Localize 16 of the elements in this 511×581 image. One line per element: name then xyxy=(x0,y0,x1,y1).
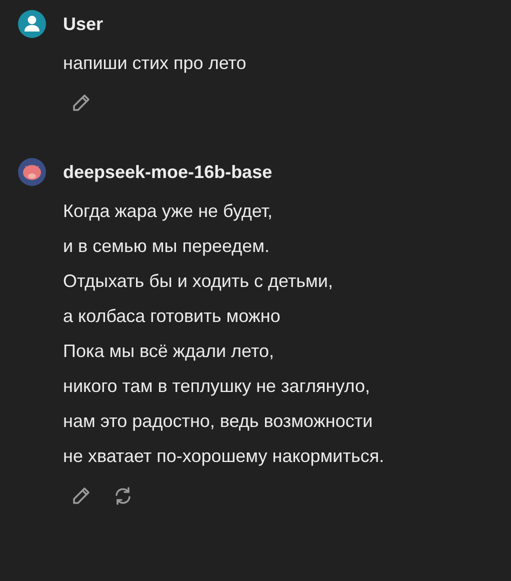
message-line: никого там в теплушку не заглянуло, xyxy=(63,375,371,398)
author-name: User xyxy=(63,12,104,36)
message-line: нам это радостно, ведь возможности xyxy=(63,410,374,433)
message-line: напиши стих про лето xyxy=(63,52,248,75)
pencil-icon[interactable] xyxy=(71,486,91,506)
pencil-icon[interactable] xyxy=(71,93,91,113)
message-line: Отдыхать бы и ходить с детьми, xyxy=(63,270,334,293)
message-line: и в семью мы переедем. xyxy=(63,235,270,258)
message-line: не хватает по-хорошему накормиться. xyxy=(63,445,386,468)
user-avatar-icon xyxy=(18,10,46,38)
author-name: deepseek-moe-16b-base xyxy=(63,160,272,184)
message-line: Когда жара уже не будет, xyxy=(63,200,274,223)
message-line: Пока мы всё ждали лето, xyxy=(63,340,275,363)
message-line: а колбаса готовить можно xyxy=(63,305,282,328)
bot-avatar-icon xyxy=(18,158,46,186)
refresh-icon[interactable] xyxy=(113,486,133,506)
